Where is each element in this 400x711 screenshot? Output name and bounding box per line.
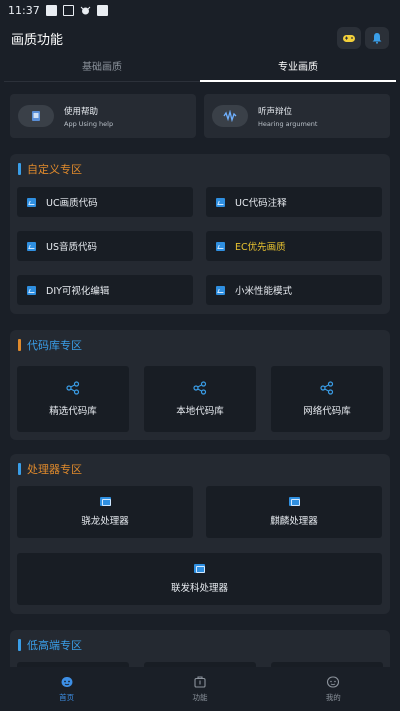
home-face-icon [61, 677, 73, 687]
chip-icon [194, 564, 205, 573]
diy-visual-edit-button[interactable]: DIY可视化编辑 [17, 275, 193, 305]
custom-section: 自定义专区 UC画质代码 UC代码注释 US音质代码 EC优先画质 DIY可视化… [10, 154, 390, 314]
image-icon [27, 285, 36, 295]
card-label: 联发科处理器 [170, 583, 228, 594]
help-card-usage[interactable]: 使用帮助 App Using help [10, 94, 196, 138]
help-card-title: 听声辩位 [258, 106, 293, 117]
notification-icon [45, 4, 57, 16]
app-notification-icon [62, 4, 74, 16]
tab-bar: 基础画质 专业画质 [4, 58, 396, 82]
image-icon [27, 197, 36, 207]
section-title: 自定义专区 [27, 163, 82, 176]
chip-icon [99, 497, 111, 506]
button-label: US音质代码 [46, 242, 97, 253]
card-label: 骁龙处理器 [81, 516, 129, 527]
nav-label: 首页 [59, 693, 75, 702]
section-marker [18, 163, 21, 175]
main-content[interactable]: 使用帮助 App Using help 听声辩位 Hearing argumen… [0, 82, 400, 667]
help-card-subtitle: Hearing argument [258, 119, 318, 128]
nav-home[interactable]: 首页 [0, 667, 133, 711]
nav-profile[interactable]: 我的 [267, 667, 400, 711]
app-header: 画质功能 [0, 20, 400, 56]
snapdragon-card[interactable]: 骁龙处理器 [17, 486, 193, 538]
button-label: DIY可视化编辑 [46, 286, 110, 297]
status-time: 11:37 [8, 3, 40, 17]
featured-library-card[interactable]: 精选代码库 [17, 366, 129, 432]
button-label: EC优先画质 [235, 242, 286, 253]
nav-label: 功能 [192, 693, 208, 702]
sound-wave-icon [212, 105, 248, 127]
tab-basic-quality[interactable]: 基础画质 [4, 58, 200, 82]
image-icon [216, 197, 225, 207]
image-icon [216, 241, 225, 251]
uc-code-comment-button[interactable]: UC代码注释 [206, 187, 382, 217]
processor-section: 处理器专区 骁龙处理器 麒麟处理器 联发科处理器 [10, 454, 390, 614]
card-label: 精选代码库 [49, 406, 97, 417]
network-library-card[interactable]: 网络代码库 [271, 366, 383, 432]
nav-functions[interactable]: 功能 [133, 667, 266, 711]
help-card-hearing[interactable]: 听声辩位 Hearing argument [204, 94, 390, 138]
kirin-card[interactable]: 麒麟处理器 [206, 486, 382, 538]
xiaomi-performance-button[interactable]: 小米性能模式 [206, 275, 382, 305]
page-title: 画质功能 [11, 32, 64, 48]
local-library-card[interactable]: 本地代码库 [144, 366, 256, 432]
bug-icon [80, 5, 91, 16]
notification-button[interactable] [365, 27, 389, 49]
chip-icon [288, 497, 300, 506]
us-audio-code-button[interactable]: US音质代码 [17, 231, 193, 261]
status-square-icon [96, 4, 108, 16]
ec-priority-quality-button[interactable]: EC优先画质 [206, 231, 382, 261]
help-device-icon [18, 105, 54, 127]
section-marker [18, 639, 21, 651]
section-title: 低高端专区 [27, 639, 82, 652]
help-card-title: 使用帮助 [64, 106, 99, 117]
nav-label: 我的 [325, 693, 341, 702]
section-title: 代码库专区 [27, 339, 82, 352]
toolbox-icon [194, 676, 206, 688]
share-icon [193, 381, 207, 395]
share-icon [320, 381, 334, 395]
card-label: 麒麟处理器 [270, 516, 318, 527]
status-bar: 11:37 [0, 0, 400, 20]
code-library-section: 代码库专区 精选代码库 本地代码库 网络代码库 [10, 330, 390, 440]
button-label: UC代码注释 [235, 198, 287, 209]
card-label: 本地代码库 [176, 406, 224, 417]
image-icon [216, 285, 225, 295]
section-marker [18, 463, 21, 475]
card-label: 网络代码库 [303, 406, 351, 417]
low-high-end-section: 低高端专区 [10, 630, 390, 667]
button-label: UC画质代码 [46, 198, 98, 209]
image-icon [27, 241, 36, 251]
help-card-subtitle: App Using help [64, 119, 114, 128]
bottom-navigation: 首页 功能 我的 [0, 667, 400, 711]
gamepad-button[interactable] [337, 27, 361, 49]
section-title: 处理器专区 [27, 463, 82, 476]
bell-icon [372, 33, 382, 44]
tab-pro-quality[interactable]: 专业画质 [200, 58, 396, 82]
button-label: 小米性能模式 [235, 286, 293, 297]
uc-quality-code-button[interactable]: UC画质代码 [17, 187, 193, 217]
section-marker [18, 339, 21, 351]
share-icon [66, 381, 80, 395]
profile-face-icon [327, 676, 340, 688]
gamepad-icon [343, 35, 355, 42]
mediatek-card[interactable]: 联发科处理器 [17, 553, 382, 605]
